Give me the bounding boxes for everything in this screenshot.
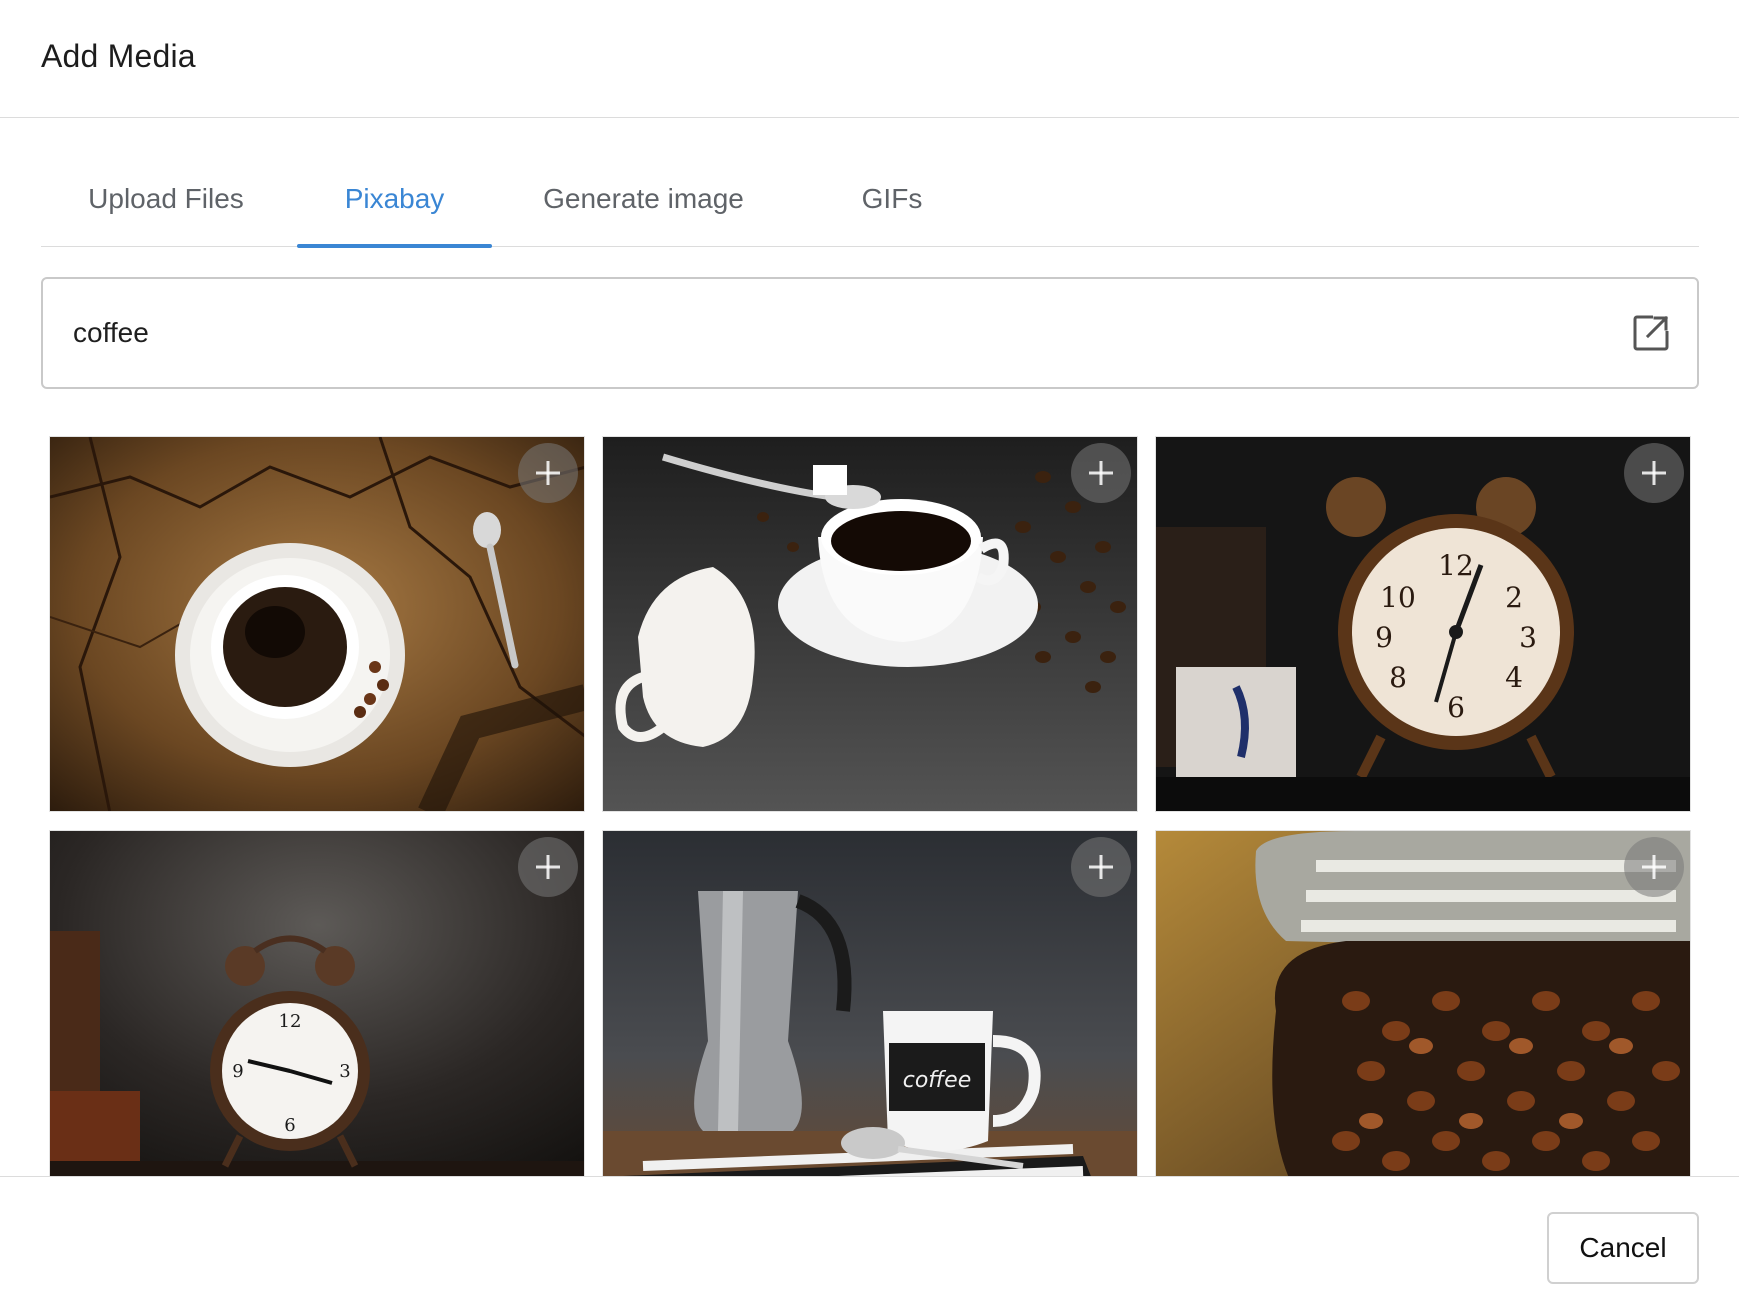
dialog-title: Add Media [41, 38, 196, 74]
add-image-button[interactable] [1624, 837, 1684, 897]
svg-text:coffee: coffee [903, 1068, 972, 1093]
svg-text:3: 3 [1519, 621, 1537, 654]
result-image [1156, 831, 1690, 1176]
svg-text:12: 12 [279, 1011, 302, 1032]
svg-text:6: 6 [1447, 691, 1465, 724]
tab-gifs[interactable]: GIFs [841, 160, 943, 247]
image-result[interactable]: 12 2 3 4 6 8 9 10 [1155, 436, 1691, 812]
external-link-icon[interactable] [1631, 313, 1671, 353]
tab-bar: Upload Files Pixabay Generate image GIFs [41, 160, 1699, 248]
dialog-header: Add Media [0, 0, 1739, 118]
search-input[interactable] [73, 279, 1573, 387]
cancel-button[interactable]: Cancel [1547, 1212, 1699, 1284]
svg-text:2: 2 [1505, 581, 1523, 614]
add-media-dialog: Add Media Upload Files Pixabay Generate … [0, 0, 1739, 1300]
svg-text:6: 6 [284, 1115, 295, 1136]
add-image-button[interactable] [1071, 443, 1131, 503]
tab-upload-files[interactable]: Upload Files [41, 160, 291, 247]
image-result[interactable] [1155, 830, 1691, 1176]
image-result[interactable]: coffee [602, 830, 1138, 1176]
image-result[interactable] [602, 436, 1138, 812]
result-image [603, 437, 1137, 811]
result-image: coffee [603, 831, 1137, 1176]
add-image-button[interactable] [518, 443, 578, 503]
search-box [41, 277, 1699, 389]
svg-text:9: 9 [232, 1061, 243, 1082]
svg-text:3: 3 [339, 1061, 350, 1082]
add-image-button[interactable] [518, 837, 578, 897]
svg-text:9: 9 [1375, 621, 1393, 654]
result-image [50, 437, 584, 811]
tab-pixabay[interactable]: Pixabay [297, 160, 492, 248]
add-image-button[interactable] [1071, 837, 1131, 897]
tab-generate-image[interactable]: Generate image [521, 160, 766, 247]
dialog-footer: Cancel [0, 1176, 1739, 1300]
add-image-button[interactable] [1624, 443, 1684, 503]
image-result[interactable]: 12 3 6 9 [49, 830, 585, 1176]
svg-text:12: 12 [1438, 549, 1474, 582]
svg-text:8: 8 [1389, 661, 1407, 694]
svg-text:4: 4 [1505, 661, 1523, 694]
image-result[interactable] [49, 436, 585, 812]
result-image: 12 3 6 9 [50, 831, 584, 1176]
svg-text:10: 10 [1380, 581, 1416, 614]
result-image: 12 2 3 4 6 8 9 10 [1156, 437, 1690, 811]
image-results-grid: 12 2 3 4 6 8 9 10 12 3 6 9 coffee [49, 436, 1691, 1176]
